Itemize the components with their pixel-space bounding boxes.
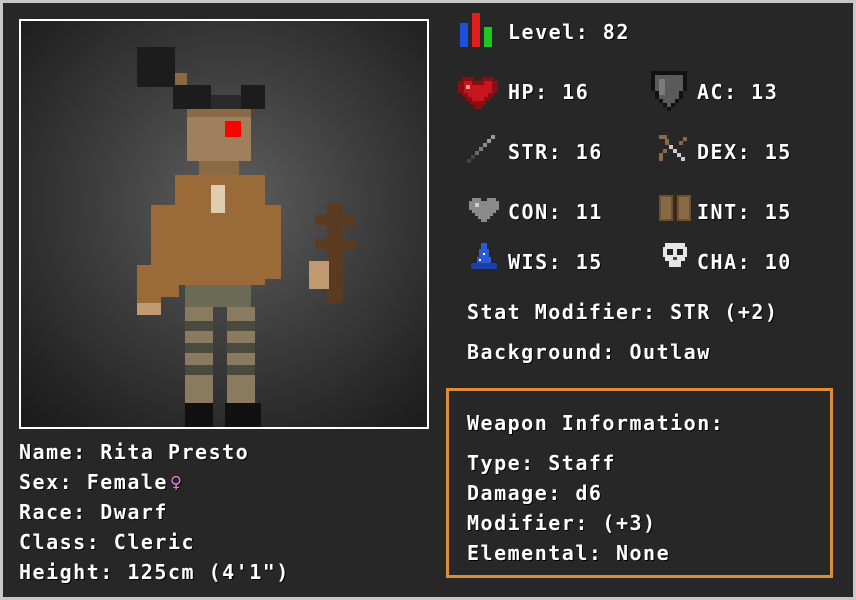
weapon-modifier-value: (+3) bbox=[602, 511, 657, 535]
weapon-info-panel: Weapon Information: Type: Staff Damage: … bbox=[446, 388, 833, 578]
weapon-type-label: Type: bbox=[467, 451, 535, 475]
female-symbol-icon: ♀ bbox=[169, 470, 184, 494]
sex-value: Female bbox=[86, 470, 168, 494]
weapon-modifier-label: Modifier: bbox=[467, 511, 589, 535]
race-row: Race: Dwarf bbox=[19, 500, 168, 524]
race-label: Race: bbox=[19, 500, 87, 524]
name-value: Rita Presto bbox=[100, 440, 250, 464]
hp-row: HP: 16 bbox=[508, 80, 589, 104]
weapon-elemental-label: Elemental: bbox=[467, 541, 603, 565]
weapon-type-value: Staff bbox=[548, 451, 616, 475]
class-row: Class: Cleric bbox=[19, 530, 195, 554]
con-row: CON: 11 bbox=[508, 200, 603, 224]
weapon-elemental-value: None bbox=[615, 541, 671, 565]
stat-modifier-row: Stat Modifier: STR (+2) bbox=[467, 300, 778, 324]
wis-value: 15 bbox=[575, 250, 603, 274]
hp-label: HP: bbox=[508, 80, 549, 104]
background-label: Background: bbox=[467, 340, 616, 364]
level-value: 82 bbox=[602, 20, 630, 44]
race-value: Dwarf bbox=[100, 500, 168, 524]
weapon-damage-label: Damage: bbox=[467, 481, 562, 505]
ac-row: AC: 13 bbox=[697, 80, 778, 104]
wizard-hat-icon bbox=[471, 243, 497, 269]
pixel-character-sprite bbox=[137, 47, 355, 427]
stat-modifier-value: STR (+2) bbox=[670, 300, 779, 324]
int-label: INT: bbox=[697, 200, 752, 224]
str-label: STR: bbox=[508, 140, 563, 164]
str-value: 16 bbox=[575, 140, 603, 164]
str-row: STR: 16 bbox=[508, 140, 603, 164]
background-value: Outlaw bbox=[629, 340, 711, 364]
book-icon bbox=[659, 193, 691, 221]
int-row: INT: 15 bbox=[697, 200, 792, 224]
ac-label: AC: bbox=[697, 80, 738, 104]
shield-icon bbox=[651, 71, 687, 111]
weapon-info-title: Weapon Information: bbox=[467, 411, 725, 435]
stat-modifier-label: Stat Modifier: bbox=[467, 300, 657, 324]
grey-heart-icon bbox=[469, 198, 499, 222]
height-label: Height: bbox=[19, 560, 114, 584]
skull-icon bbox=[663, 243, 687, 267]
level-label: Level: bbox=[508, 20, 590, 44]
class-value: Cleric bbox=[113, 530, 196, 554]
character-sheet: Name: Rita Presto Sex: Female ♀ Race: Dwa… bbox=[3, 3, 853, 597]
con-value: 11 bbox=[575, 200, 603, 224]
sex-label: Sex: bbox=[19, 470, 74, 494]
weapon-damage-value: d6 bbox=[575, 481, 603, 505]
wis-label: WIS: bbox=[508, 250, 563, 274]
int-value: 15 bbox=[764, 200, 792, 224]
name-row: Name: Rita Presto bbox=[19, 440, 249, 464]
weapon-elemental-row: Elemental: None bbox=[467, 541, 670, 565]
dex-label: DEX: bbox=[697, 140, 752, 164]
weapon-type-row: Type: Staff bbox=[467, 451, 616, 475]
weapon-damage-row: Damage: d6 bbox=[467, 481, 602, 505]
cha-row: CHA: 10 bbox=[697, 250, 792, 274]
cha-value: 10 bbox=[764, 250, 792, 274]
heart-icon bbox=[458, 77, 498, 109]
class-label: Class: bbox=[19, 530, 101, 554]
weapon-modifier-row: Modifier: (+3) bbox=[467, 511, 657, 535]
sex-row: Sex: Female ♀ bbox=[19, 470, 184, 494]
height-row: Height: 125cm (4'1") bbox=[19, 560, 290, 584]
bow-icon bbox=[659, 135, 687, 161]
level-bars-icon bbox=[460, 13, 492, 47]
cha-label: CHA: bbox=[697, 250, 752, 274]
dex-value: 15 bbox=[764, 140, 792, 164]
ac-value: 13 bbox=[751, 80, 779, 104]
con-label: CON: bbox=[508, 200, 563, 224]
dex-row: DEX: 15 bbox=[697, 140, 792, 164]
wis-row: WIS: 15 bbox=[508, 250, 603, 274]
name-label: Name: bbox=[19, 440, 87, 464]
height-value: 125cm (4'1") bbox=[127, 560, 290, 584]
sword-icon bbox=[467, 135, 495, 163]
level-row: Level: 82 bbox=[508, 20, 630, 44]
character-portrait bbox=[19, 19, 429, 429]
hp-value: 16 bbox=[562, 80, 590, 104]
background-row: Background: Outlaw bbox=[467, 340, 711, 364]
